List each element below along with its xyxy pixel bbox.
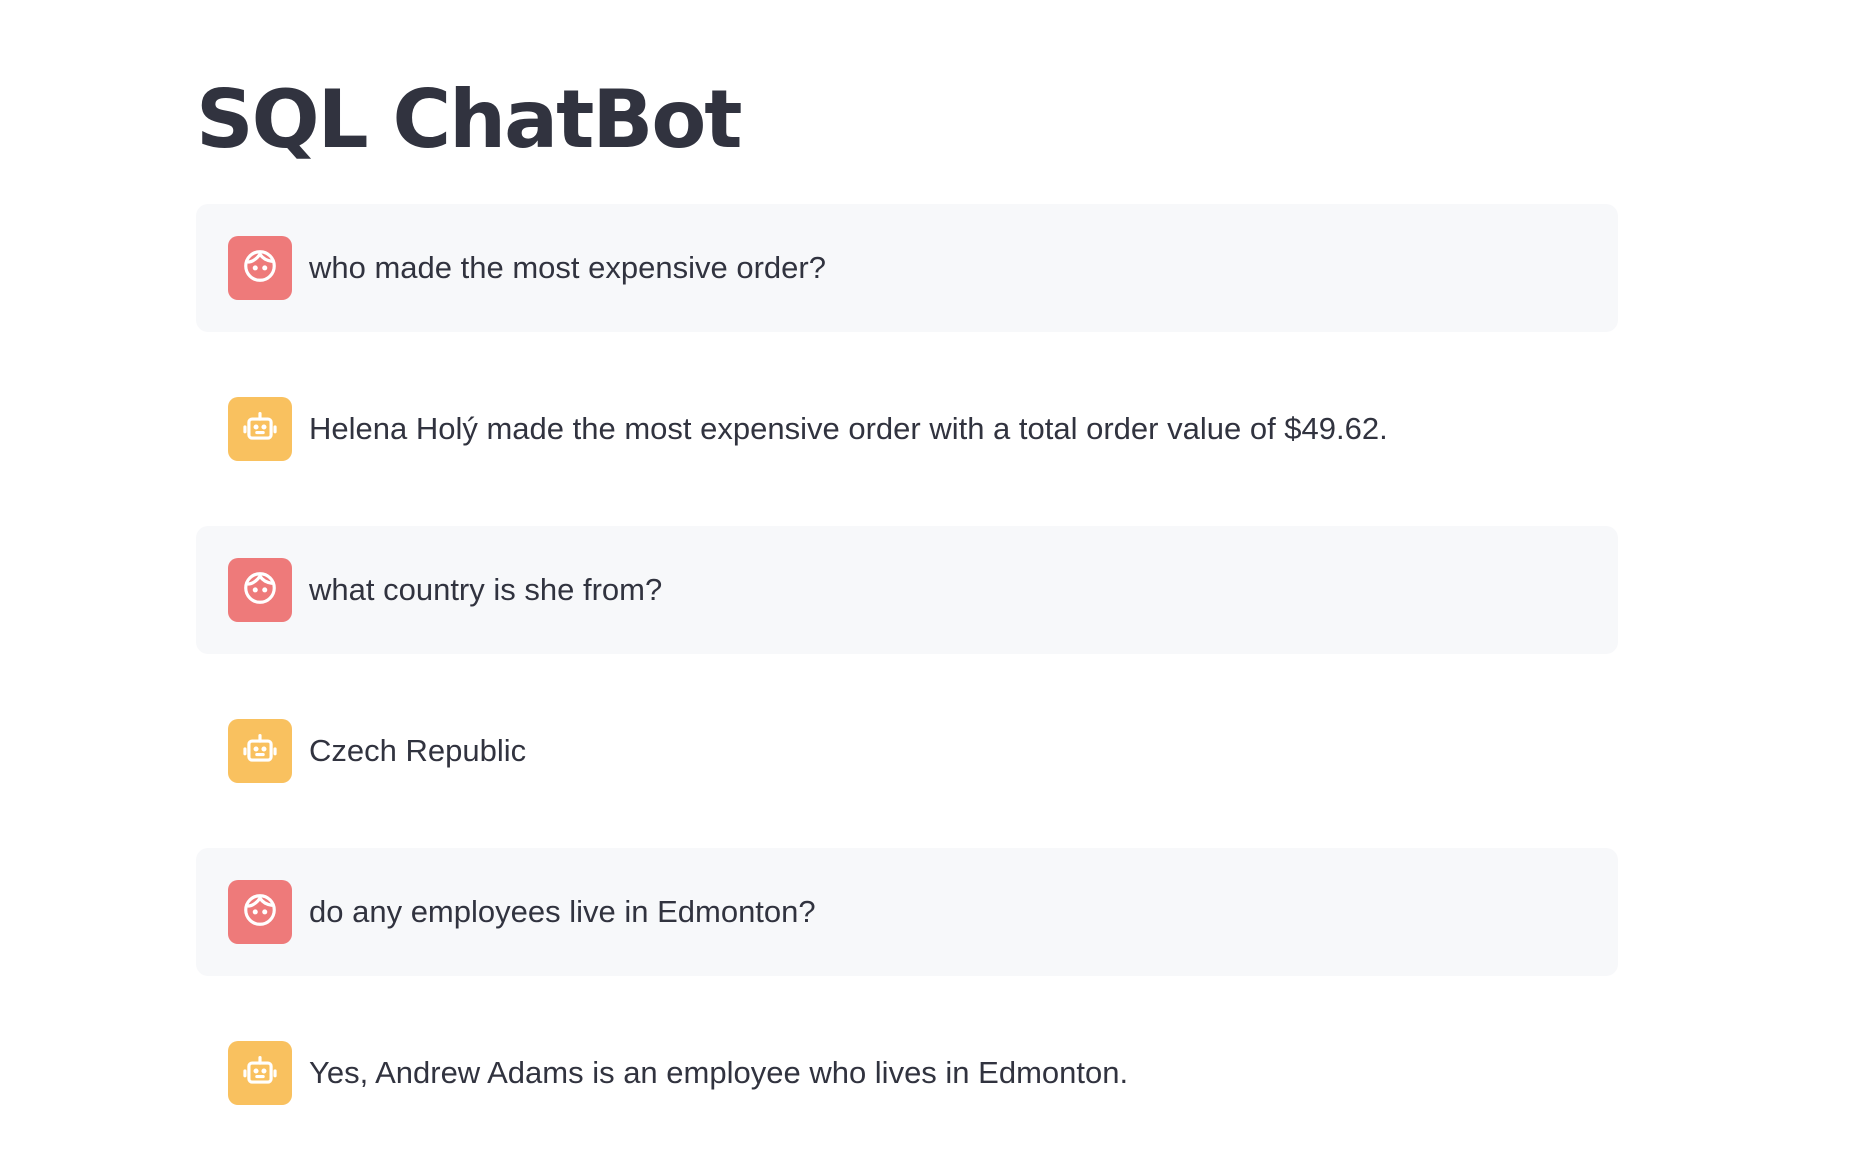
page-title: SQL ChatBot <box>196 73 743 166</box>
face-icon <box>241 247 279 290</box>
chat-message-user: what country is she from? <box>196 526 1618 654</box>
chat-message-assistant: Helena Holý made the most expensive orde… <box>196 365 1618 493</box>
message-text: Helena Holý made the most expensive orde… <box>309 411 1388 446</box>
message-text: what country is she from? <box>309 572 663 607</box>
assistant-avatar <box>228 719 292 783</box>
chat-message-list: who made the most expensive order? Helen… <box>196 204 1618 1170</box>
user-avatar <box>228 880 292 944</box>
assistant-avatar <box>228 1041 292 1105</box>
chat-message-user: who made the most expensive order? <box>196 204 1618 332</box>
chat-message-assistant: Yes, Andrew Adams is an employee who liv… <box>196 1009 1618 1137</box>
assistant-avatar <box>228 397 292 461</box>
face-icon <box>241 569 279 612</box>
robot-icon <box>241 408 279 451</box>
message-text: do any employees live in Edmonton? <box>309 894 816 929</box>
message-text: Yes, Andrew Adams is an employee who liv… <box>309 1055 1129 1090</box>
chat-message-assistant: Czech Republic <box>196 687 1618 815</box>
robot-icon <box>241 730 279 773</box>
chat-message-user: do any employees live in Edmonton? <box>196 848 1618 976</box>
main-content: SQL ChatBot who made the most expensive … <box>196 60 1618 1105</box>
robot-icon <box>241 1052 279 1095</box>
app-root: SQL ChatBot who made the most expensive … <box>0 0 1850 1142</box>
user-avatar <box>228 236 292 300</box>
face-icon <box>241 891 279 934</box>
user-avatar <box>228 558 292 622</box>
message-text: who made the most expensive order? <box>309 250 826 285</box>
message-text: Czech Republic <box>309 733 527 768</box>
